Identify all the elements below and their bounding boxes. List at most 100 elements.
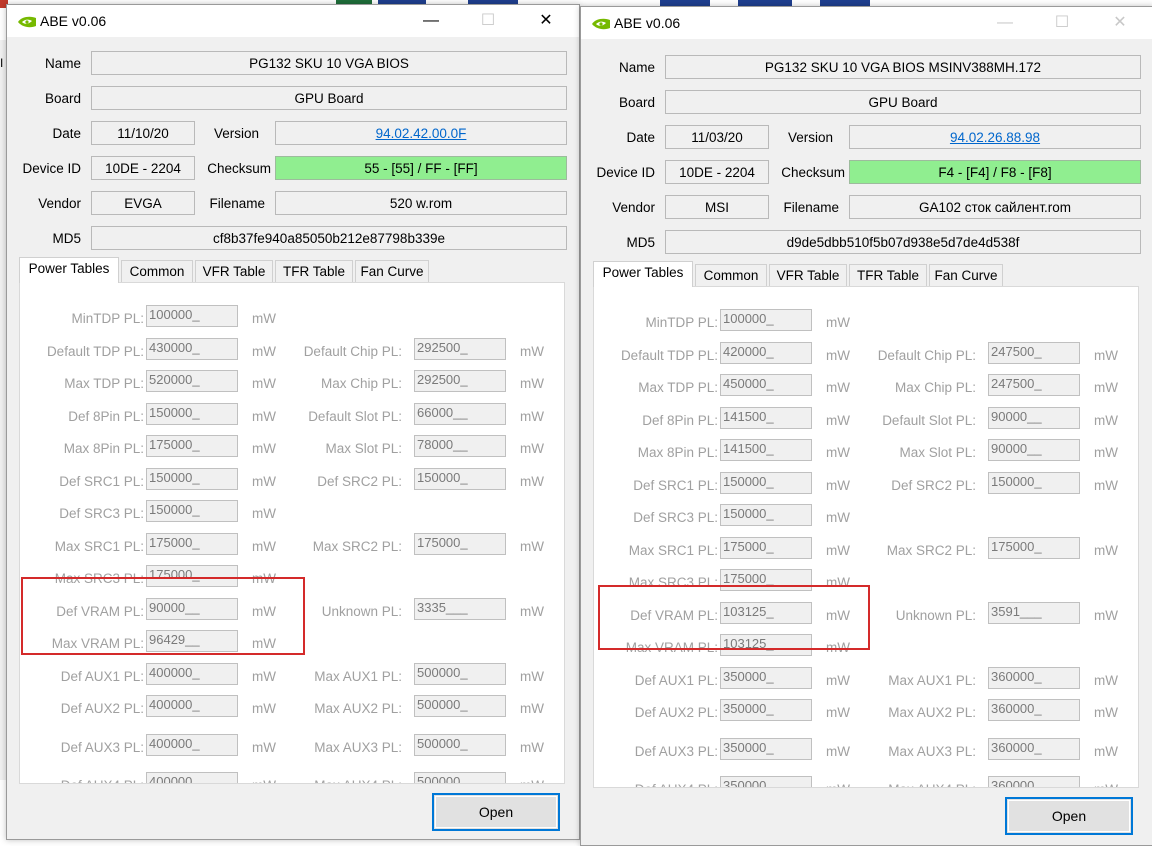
default-slot-label: Default Slot PL: bbox=[882, 413, 976, 428]
tab-common[interactable]: Common bbox=[121, 260, 193, 282]
max-src2-field[interactable]: 175000_ bbox=[414, 533, 506, 555]
max-tdp-field[interactable]: 520000_ bbox=[146, 370, 238, 392]
def-src3-field[interactable]: 150000_ bbox=[720, 504, 812, 526]
max-aux3-label: Max AUX3 PL: bbox=[888, 744, 976, 759]
def-aux3-field[interactable]: 350000_ bbox=[720, 738, 812, 760]
max-src2-field[interactable]: 175000_ bbox=[988, 537, 1080, 559]
default-slot-field[interactable]: 66000__ bbox=[414, 403, 506, 425]
def-aux4-field[interactable]: 350000_ bbox=[720, 776, 812, 787]
def-aux4-field[interactable]: 400000_ bbox=[146, 772, 238, 783]
def-src2-field[interactable]: 150000_ bbox=[414, 468, 506, 490]
def-aux3-field[interactable]: 400000_ bbox=[146, 734, 238, 756]
max-aux3-field[interactable]: 360000_ bbox=[988, 738, 1080, 760]
title-bar[interactable]: ABE v0.06 — ☐ ✕ bbox=[581, 7, 1152, 39]
def-aux1-label: Def AUX1 PL: bbox=[60, 669, 144, 684]
unit-label: mW bbox=[252, 740, 276, 755]
unit-label: mW bbox=[520, 344, 544, 359]
unit-label: mW bbox=[520, 474, 544, 489]
minimize-button[interactable]: — bbox=[408, 5, 454, 37]
vram-highlight-box bbox=[598, 585, 870, 650]
unit-label: mW bbox=[252, 701, 276, 716]
date-field: 11/10/20 bbox=[91, 121, 195, 145]
checksum-field: 55 - [55] / FF - [FF] bbox=[275, 156, 567, 180]
def-aux1-field[interactable]: 350000_ bbox=[720, 667, 812, 689]
def-aux2-label: Def AUX2 PL: bbox=[634, 705, 718, 720]
max-aux4-field[interactable]: 500000_ bbox=[414, 772, 506, 783]
def-aux2-field[interactable]: 350000_ bbox=[720, 699, 812, 721]
min-tdp-field[interactable]: 100000_ bbox=[720, 309, 812, 331]
unit-label: mW bbox=[1094, 380, 1118, 395]
unit-label: mW bbox=[252, 669, 276, 684]
board-label: Board bbox=[44, 91, 81, 106]
unit-label: mW bbox=[826, 705, 850, 720]
def-src3-field[interactable]: 150000_ bbox=[146, 500, 238, 522]
maximize-button[interactable]: ☐ bbox=[1039, 7, 1085, 39]
max-aux1-field[interactable]: 500000_ bbox=[414, 663, 506, 685]
def-aux1-label: Def AUX1 PL: bbox=[634, 673, 718, 688]
default-tdp-field[interactable]: 420000_ bbox=[720, 342, 812, 364]
tab-tfr-table[interactable]: TFR Table bbox=[275, 260, 353, 282]
title-bar[interactable]: ABE v0.06 — ☐ ✕ bbox=[7, 5, 579, 37]
max-aux1-field[interactable]: 360000_ bbox=[988, 667, 1080, 689]
def-8pin-field[interactable]: 150000_ bbox=[146, 403, 238, 425]
max-8pin-field[interactable]: 175000_ bbox=[146, 435, 238, 457]
name-field: PG132 SKU 10 VGA BIOS bbox=[91, 51, 567, 75]
tab-vfr-table[interactable]: VFR Table bbox=[769, 264, 847, 286]
min-tdp-field[interactable]: 100000_ bbox=[146, 305, 238, 327]
open-button[interactable]: Open bbox=[1005, 797, 1133, 835]
tab-fan-curve[interactable]: Fan Curve bbox=[355, 260, 429, 282]
unit-label: mW bbox=[1094, 478, 1118, 493]
close-button[interactable]: ✕ bbox=[1097, 7, 1143, 39]
default-chip-label: Default Chip PL: bbox=[877, 348, 976, 363]
max-aux2-field[interactable]: 360000_ bbox=[988, 699, 1080, 721]
def-aux4-label: Def AUX4 PL: bbox=[598, 781, 718, 787]
max-aux2-field[interactable]: 500000_ bbox=[414, 695, 506, 717]
def-8pin-field[interactable]: 141500_ bbox=[720, 407, 812, 429]
max-slot-field[interactable]: 78000__ bbox=[414, 435, 506, 457]
max-8pin-field[interactable]: 141500_ bbox=[720, 439, 812, 461]
minimize-button[interactable]: — bbox=[982, 7, 1028, 39]
min-tdp-label: MinTDP PL: bbox=[71, 311, 144, 326]
tab-fan-curve[interactable]: Fan Curve bbox=[929, 264, 1003, 286]
def-src1-field[interactable]: 150000_ bbox=[720, 472, 812, 494]
def-aux2-field[interactable]: 400000_ bbox=[146, 695, 238, 717]
unit-label: mW bbox=[826, 744, 850, 759]
tab-power-tables[interactable]: Power Tables bbox=[593, 261, 693, 287]
default-slot-field[interactable]: 90000__ bbox=[988, 407, 1080, 429]
open-button[interactable]: Open bbox=[432, 793, 560, 831]
default-tdp-field[interactable]: 430000_ bbox=[146, 338, 238, 360]
unit-label: mW bbox=[826, 478, 850, 493]
unit-label: mW bbox=[252, 344, 276, 359]
max-tdp-field[interactable]: 450000_ bbox=[720, 374, 812, 396]
unknown-field[interactable]: 3335___ bbox=[414, 598, 506, 620]
unit-label: mW bbox=[520, 604, 544, 619]
max-slot-field[interactable]: 90000__ bbox=[988, 439, 1080, 461]
def-src1-field[interactable]: 150000_ bbox=[146, 468, 238, 490]
tab-common[interactable]: Common bbox=[695, 264, 767, 286]
def-aux1-field[interactable]: 400000_ bbox=[146, 663, 238, 685]
max-src1-field[interactable]: 175000_ bbox=[720, 537, 812, 559]
default-chip-field[interactable]: 292500_ bbox=[414, 338, 506, 360]
tab-tfr-table[interactable]: TFR Table bbox=[849, 264, 927, 286]
maximize-button[interactable]: ☐ bbox=[465, 5, 511, 37]
tab-vfr-table[interactable]: VFR Table bbox=[195, 260, 273, 282]
unknown-field[interactable]: 3591___ bbox=[988, 602, 1080, 624]
close-button[interactable]: ✕ bbox=[523, 5, 569, 37]
max-src1-field[interactable]: 175000_ bbox=[146, 533, 238, 555]
filename-label: Filename bbox=[783, 200, 839, 215]
date-field: 11/03/20 bbox=[665, 125, 769, 149]
max-aux3-label: Max AUX3 PL: bbox=[314, 740, 402, 755]
version-field[interactable]: 94.02.42.00.0F bbox=[275, 121, 567, 145]
max-chip-field[interactable]: 292500_ bbox=[414, 370, 506, 392]
max-src2-label: Max SRC2 PL: bbox=[312, 539, 402, 554]
default-chip-field[interactable]: 247500_ bbox=[988, 342, 1080, 364]
default-slot-label: Default Slot PL: bbox=[308, 409, 402, 424]
max-chip-field[interactable]: 247500_ bbox=[988, 374, 1080, 396]
tab-power-tables[interactable]: Power Tables bbox=[19, 257, 119, 283]
device-id-label: Device ID bbox=[22, 161, 81, 176]
max-aux4-field[interactable]: 360000_ bbox=[988, 776, 1080, 787]
def-src2-field[interactable]: 150000_ bbox=[988, 472, 1080, 494]
version-field[interactable]: 94.02.26.88.98 bbox=[849, 125, 1141, 149]
max-aux3-field[interactable]: 500000_ bbox=[414, 734, 506, 756]
max-chip-label: Max Chip PL: bbox=[894, 380, 976, 395]
